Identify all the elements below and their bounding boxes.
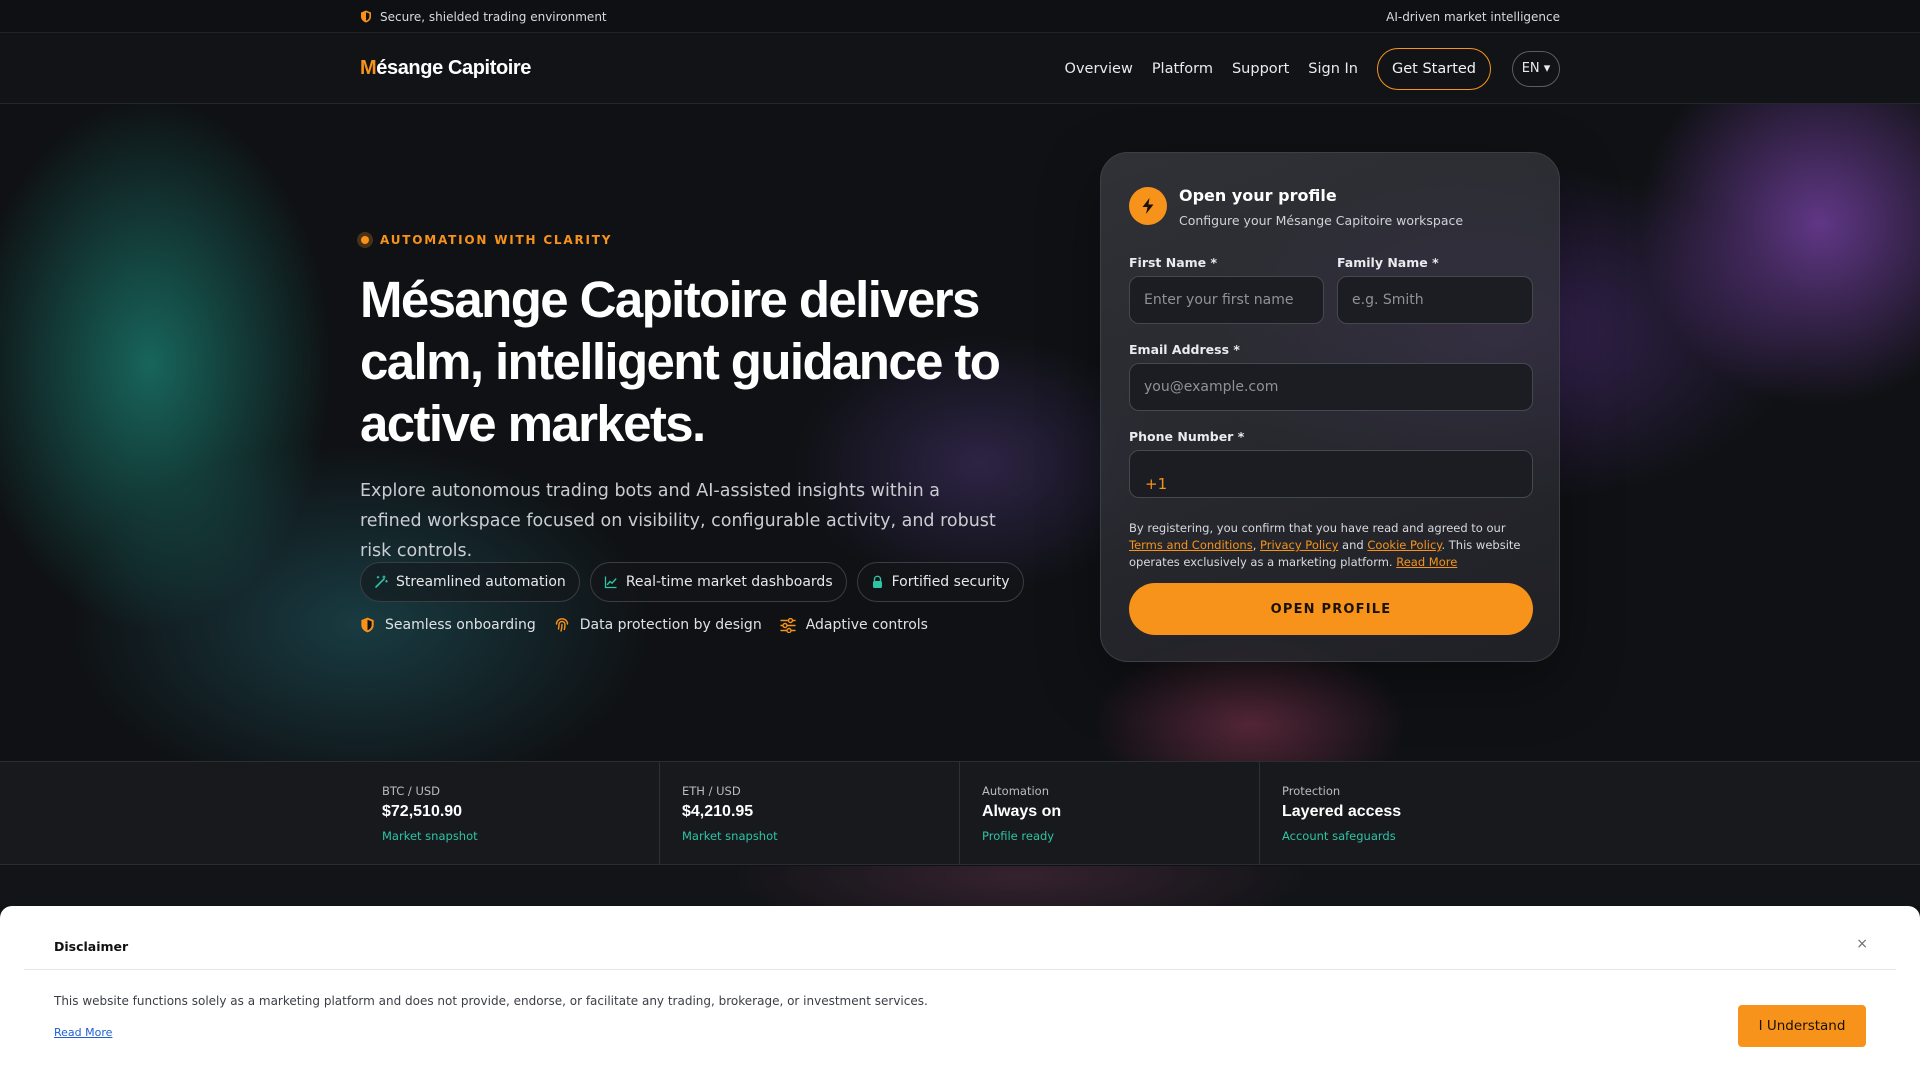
form-subtitle: Configure your Mésange Capitoire workspa… [1179,213,1464,228]
feature-adaptive-controls: Adaptive controls [780,617,928,633]
shield-icon [361,617,374,633]
open-profile-button[interactable]: OPEN PROFILE [1129,583,1533,635]
stat-label: BTC / USD [382,784,441,798]
get-started-button[interactable]: Get Started [1377,47,1491,90]
legal-consent: By registering, you confirm that you hav… [1129,520,1533,571]
stat-label: Protection [1282,784,1341,798]
stat-eth: ETH / USD $4,210.95 Market snapshot [660,762,960,864]
feature-label: Adaptive controls [805,617,928,633]
status-dot-icon [357,232,373,248]
form-title: Open your profile [1179,186,1337,205]
chip-fortified-security: Fortified security [856,562,1024,602]
stat-value: $72,510.90 [382,803,463,820]
disclaimer-banner: Disclaimer × This website functions sole… [0,906,1920,1080]
email-label: Email Address * [1129,342,1240,357]
fingerprint-icon [555,618,568,632]
disclaimer-text: This website functions solely as a marke… [54,994,928,1008]
feature-data-protection: Data protection by design [554,617,762,633]
legal-intro: By registering, you confirm that you hav… [1129,521,1506,535]
tagline-text: AI-driven market intelligence [1386,9,1560,24]
logo-initial: M [360,57,377,79]
stat-sub: Market snapshot [682,829,778,843]
market-stats: BTC / USD $72,510.90 Market snapshot ETH… [0,761,1920,865]
feature-list: Seamless onboarding Data protection by d… [360,617,928,633]
nav-support[interactable]: Support [1232,61,1289,77]
email-input[interactable] [1129,363,1533,411]
language-selector[interactable]: EN ▾ [1512,50,1560,87]
stat-value: Always on [982,803,1062,820]
security-text: Secure, shielded trading environment [380,9,607,24]
divider [24,969,1896,970]
legal-and: and [1338,538,1368,552]
legal-separator: , [1252,538,1260,552]
eyebrow-text: AUTOMATION WITH CLARITY [380,233,613,247]
section-spacer [0,866,1920,906]
hero-headline: Mésange Capitoire delivers calm, intelli… [360,271,1001,452]
terms-link[interactable]: Terms and Conditions [1129,538,1253,552]
stat-value: Layered access [1282,803,1402,820]
stat-btc: BTC / USD $72,510.90 Market snapshot [360,762,660,864]
phone-input[interactable] [1129,450,1533,498]
feature-chips: Streamlined automation Real-time market … [360,562,1024,602]
nav-overview[interactable]: Overview [1065,61,1133,77]
stat-label: Automation [982,784,1049,798]
main-nav: Overview Platform Support Sign In Get St… [1065,47,1560,90]
feature-label: Data protection by design [579,617,762,633]
shield-icon [361,10,371,23]
magic-wand-icon [375,575,388,588]
hero-lead: Explore autonomous trading bots and AI-a… [360,481,996,561]
chip-label: Streamlined automation [396,574,566,590]
disclaimer-read-more-link[interactable]: Read More [54,1026,112,1039]
disclaimer-title: Disclaimer [54,939,129,954]
stat-label: ETH / USD [682,784,741,798]
first-name-input[interactable] [1129,276,1324,324]
top-strip: Secure, shielded trading environment AI-… [0,0,1920,33]
line-chart-icon [604,576,617,589]
sliders-icon [780,617,796,633]
eyebrow: AUTOMATION WITH CLARITY [357,232,612,248]
signup-card: Open your profile Configure your Mésange… [1100,152,1560,662]
feature-seamless-onboarding: Seamless onboarding [360,617,536,633]
legal-read-more-link[interactable]: Read More [1396,555,1457,569]
close-icon[interactable]: × [1856,936,1868,952]
lightning-icon [1129,187,1167,225]
phone-label: Phone Number * [1129,429,1245,444]
brand-logo[interactable]: Mésange Capitoire [360,57,531,80]
logo-text: ésange Capitoire [376,57,532,79]
stat-automation: Automation Always on Profile ready [960,762,1260,864]
first-name-label: First Name * [1129,255,1218,270]
hero-section: AUTOMATION WITH CLARITY Mésange Capitoir… [0,104,1920,761]
security-notice: Secure, shielded trading environment [360,10,607,24]
chip-label: Real-time market dashboards [625,574,833,590]
stat-protection: Protection Layered access Account safegu… [1260,762,1560,864]
chip-market-dashboards: Real-time market dashboards [589,562,847,602]
phone-country-code[interactable]: +1 [1145,475,1167,493]
stat-sub: Market snapshot [382,829,478,843]
stat-sub: Account safeguards [1282,829,1396,843]
feature-label: Seamless onboarding [385,617,536,633]
privacy-link[interactable]: Privacy Policy [1260,538,1338,552]
family-name-input[interactable] [1337,276,1533,324]
cookie-link[interactable]: Cookie Policy [1367,538,1441,552]
stat-sub: Profile ready [982,829,1055,843]
chip-streamlined-automation: Streamlined automation [360,562,580,602]
family-name-label: Family Name * [1337,255,1439,270]
stat-value: $4,210.95 [682,803,754,820]
nav-sign-in[interactable]: Sign In [1308,61,1358,77]
site-header: Mésange Capitoire Overview Platform Supp… [0,33,1920,104]
i-understand-button[interactable]: I Understand [1738,1005,1866,1047]
lock-icon [872,575,882,588]
chip-label: Fortified security [891,574,1010,590]
nav-platform[interactable]: Platform [1152,61,1213,77]
